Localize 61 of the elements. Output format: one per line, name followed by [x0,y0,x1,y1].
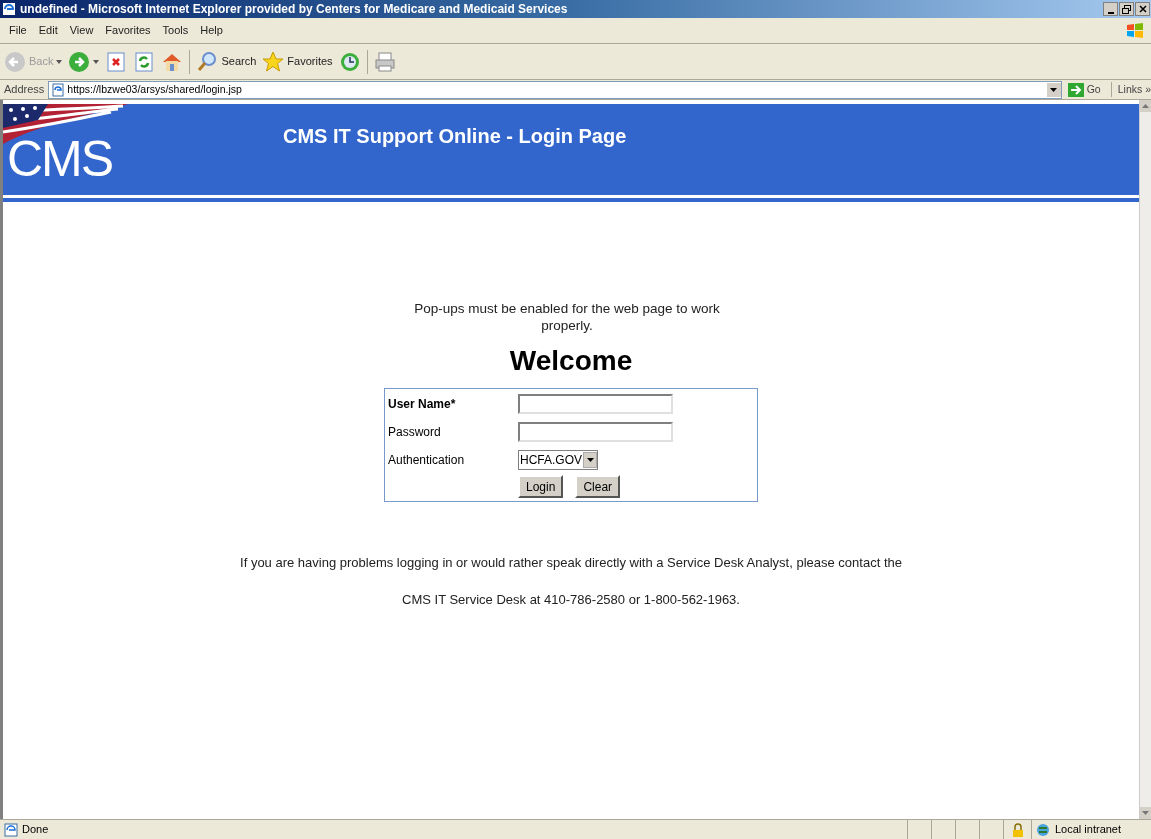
field-label: Password [388,424,442,441]
search-icon [196,50,219,73]
links-button[interactable]: Links » [1110,81,1151,98]
caret-icon [93,59,100,64]
arrow-icon [1067,82,1084,97]
close-button[interactable] [1135,2,1150,16]
authentication-dropdown[interactable]: HCFA.GOV [518,450,598,470]
menu-item[interactable]: Tools [157,22,194,39]
restore-button[interactable] [1119,2,1134,16]
contact-text: CMS IT Service Desk at 410-786-2580 or 1-800-562-1963. [402,590,740,609]
menu-item[interactable]: View [64,22,99,39]
notice-text: Pop-ups must be enabled for the web page to work properly. [413,300,721,334]
address-field[interactable]: https://lbzwe03/arsys/shared/login.jsp [48,80,1062,99]
clear-button[interactable]: Clear [575,475,621,498]
menu-item[interactable]: Favorites [100,22,156,39]
field-label: Authentication [388,452,466,469]
page-icon [4,822,18,837]
print-button[interactable] [373,50,396,73]
page-icon [51,82,66,97]
refresh-button[interactable] [133,50,156,73]
menu-item[interactable]: Help [195,22,228,39]
refresh-icon [133,50,156,73]
menu-item[interactable]: Edit [33,22,63,39]
password-field[interactable] [518,422,673,442]
scrollbar[interactable] [1139,100,1151,819]
minimize-button[interactable] [1103,2,1118,16]
favorites-icon [262,50,285,73]
forward-icon [68,50,91,73]
status-text: Done [22,822,49,838]
back-icon [4,50,26,73]
caret-icon [56,59,63,64]
browser-icon [2,2,16,16]
restore-icon [1122,4,1131,14]
windows-logo-icon [1125,21,1145,40]
globe-icon [1036,822,1052,837]
help-text: If you are having problems logging in or would rather speak directly with a Service Desk Analyst, please contact the [240,554,902,572]
forward-button[interactable] [68,50,100,73]
scroll-down-icon[interactable] [1142,811,1149,815]
field-label: User Name* [388,396,457,413]
history-icon [338,50,361,73]
go-button[interactable]: Go [1067,81,1101,98]
stop-button[interactable] [105,50,128,73]
stop-icon [105,50,128,73]
logo-text: CMS [7,134,113,184]
address-label: Address [3,82,46,98]
history-button[interactable] [338,50,361,73]
print-icon [373,50,396,73]
close-icon [1138,5,1147,13]
search-button[interactable]: Search [196,50,257,73]
zone-text: Local intranet [1055,822,1122,838]
login-button[interactable]: Login [518,475,564,498]
window-title: undefined - Microsoft Internet Explorer provided by Centers for Medicare and Medicaid Services [20,1,568,18]
lock-icon [1011,822,1024,837]
scroll-up-icon[interactable] [1142,104,1149,108]
menu-item[interactable]: File [4,22,32,39]
caret-icon [586,458,594,462]
favorites-button[interactable]: Favorites [262,50,333,73]
username-field[interactable] [518,394,673,414]
caret-icon [1050,87,1058,92]
page-heading: CMS IT Support Online - Login Page [283,124,627,149]
welcome-heading: Welcome [509,347,633,375]
